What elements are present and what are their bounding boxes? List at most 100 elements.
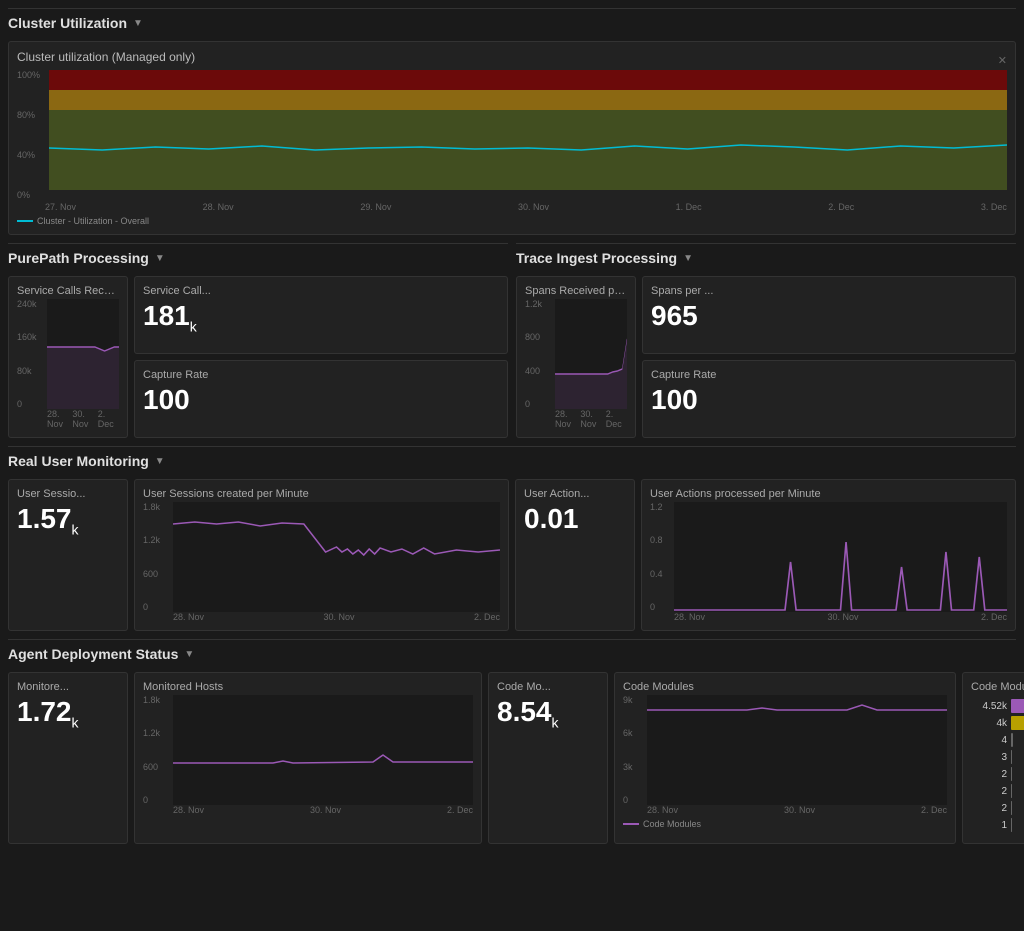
cluster-section: Cluster Utilization ▼ Cluster utilizatio… bbox=[8, 8, 1016, 235]
service-call-label: Service Call... bbox=[143, 285, 499, 297]
rum-grid: User Sessio... 1.57k User Sessions creat… bbox=[8, 479, 1016, 631]
spans-y-labels: 1.2k 800 400 0 bbox=[525, 299, 555, 409]
service-calls-chart-label: Service Calls Received bbox=[17, 285, 119, 297]
bar-track bbox=[1011, 767, 1024, 781]
purepath-section: PurePath Processing ▼ Service Call... 18… bbox=[8, 243, 508, 438]
user-session-card: User Sessio... 1.57k bbox=[8, 479, 128, 631]
bar-fill bbox=[1011, 716, 1024, 730]
sessions-x-labels: 28. Nov 30. Nov 2. Dec bbox=[143, 612, 500, 622]
sessions-chart-label: User Sessions created per Minute bbox=[143, 488, 500, 500]
hosts-x-labels: 28. Nov 30. Nov 2. Dec bbox=[143, 805, 473, 815]
bar-value-label: 2 bbox=[971, 786, 1007, 797]
trace-header: Trace Ingest Processing ▼ bbox=[516, 243, 1016, 270]
trace-section: Trace Ingest Processing ▼ Spans per ... … bbox=[516, 243, 1016, 438]
bar-row: 2iis bbox=[971, 801, 1024, 815]
trace-capture-card: Capture Rate 100 bbox=[642, 360, 1016, 438]
sc-chart-svg bbox=[47, 299, 119, 409]
purepath-capture-value: 100 bbox=[143, 383, 499, 417]
actions-chart-svg bbox=[674, 502, 1007, 612]
sessions-chart-card: User Sessions created per Minute 1.8k 1.… bbox=[134, 479, 509, 631]
spans-chart-card: Spans Received per Minute 1.2k 800 400 0 bbox=[516, 276, 636, 438]
agent-title: Agent Deployment Status bbox=[8, 646, 178, 662]
bar-row: 2 bbox=[971, 784, 1024, 798]
cluster-x-labels: 27. Nov 28. Nov 29. Nov 30. Nov 1. Dec 2… bbox=[17, 202, 1007, 212]
sessions-chart-svg bbox=[173, 502, 500, 612]
actions-x-labels: 28. Nov 30. Nov 2. Dec bbox=[650, 612, 1007, 622]
bar-row: 1 bbox=[971, 818, 1024, 832]
cluster-chart-svg bbox=[49, 70, 1007, 200]
rum-section: Real User Monitoring ▼ User Sessio... 1.… bbox=[8, 446, 1016, 631]
cluster-close-btn[interactable]: ✕ bbox=[998, 54, 1007, 67]
agent-section: Agent Deployment Status ▼ Monitore... 1.… bbox=[8, 639, 1016, 844]
bar-row: 4 bbox=[971, 733, 1024, 747]
actions-chart-card: User Actions processed per Minute 1.2 0.… bbox=[641, 479, 1016, 631]
cluster-y-labels: 100% 80% 40% 0% bbox=[17, 70, 49, 200]
sessions-y-labels: 1.8k 1.2k 600 0 bbox=[143, 502, 173, 612]
bar-row: 4.52kjava bbox=[971, 699, 1024, 713]
agent-header: Agent Deployment Status ▼ bbox=[8, 639, 1016, 666]
purepath-capture-card: Capture Rate 100 bbox=[134, 360, 508, 438]
code-y-labels: 9k 6k 3k 0 bbox=[623, 695, 647, 805]
spans-label: Spans per ... bbox=[651, 285, 1007, 297]
bar-track bbox=[1011, 699, 1024, 713]
purepath-trace-container: PurePath Processing ▼ Service Call... 18… bbox=[8, 243, 1016, 438]
monitored-card: Monitore... 1.72k bbox=[8, 672, 128, 844]
monitored-label: Monitore... bbox=[17, 681, 119, 693]
bar-track bbox=[1011, 784, 1024, 798]
code-legend-line bbox=[623, 823, 639, 825]
purepath-title: PurePath Processing bbox=[8, 250, 149, 266]
cluster-legend: Cluster - Utilization - Overall bbox=[17, 216, 1007, 226]
bar-fill bbox=[1011, 699, 1024, 713]
spans-value: 965 bbox=[651, 299, 1007, 333]
monitored-value: 1.72k bbox=[17, 695, 119, 731]
trace-capture-label: Capture Rate bbox=[651, 369, 1007, 381]
bar-fill bbox=[1011, 801, 1012, 815]
cluster-chart-card: Cluster utilization (Managed only) ✕ 100… bbox=[8, 41, 1016, 235]
bar-row: 3 bbox=[971, 750, 1024, 764]
service-calls-chart-card: Service Calls Received 240k 160k 80k 0 bbox=[8, 276, 128, 438]
hosts-chart-card: Monitored Hosts 1.8k 1.2k 600 0 28. Nov … bbox=[134, 672, 482, 844]
user-session-value: 1.57k bbox=[17, 502, 119, 538]
code-chart-label: Code Modules bbox=[623, 681, 947, 693]
hosts-chart-svg bbox=[173, 695, 473, 805]
cluster-section-header: Cluster Utilization ▼ bbox=[8, 8, 1016, 35]
spans-x-labels: 28. Nov 30. Nov 2. Dec bbox=[525, 409, 627, 429]
trace-chevron-icon[interactable]: ▼ bbox=[683, 253, 693, 264]
hosts-chart-label: Monitored Hosts bbox=[143, 681, 473, 693]
trace-capture-value: 100 bbox=[651, 383, 1007, 417]
purepath-chevron-icon[interactable]: ▼ bbox=[155, 253, 165, 264]
bar-value-label: 2 bbox=[971, 769, 1007, 780]
actions-chart-label: User Actions processed per Minute bbox=[650, 488, 1007, 500]
user-action-card: User Action... 0.01 bbox=[515, 479, 635, 631]
trace-grid: Spans per ... 965 Spans Received per Min… bbox=[516, 276, 1016, 438]
bar-value-label: 1 bbox=[971, 820, 1007, 831]
rum-chevron-icon[interactable]: ▼ bbox=[155, 456, 165, 467]
agent-grid: Monitore... 1.72k Monitored Hosts 1.8k 1… bbox=[8, 672, 1016, 844]
bar-value-label: 4k bbox=[971, 718, 1007, 729]
bar-value-label: 3 bbox=[971, 752, 1007, 763]
bar-value-label: 4.52k bbox=[971, 701, 1007, 712]
bar-track bbox=[1011, 801, 1024, 815]
bar-track bbox=[1011, 818, 1024, 832]
bar-value-label: 2 bbox=[971, 803, 1007, 814]
cluster-chart-title: Cluster utilization (Managed only) bbox=[17, 50, 195, 64]
code-chart-svg bbox=[647, 695, 947, 805]
bar-fill bbox=[1011, 750, 1012, 764]
sc-x-labels: 28. Nov 30. Nov 2. Dec bbox=[17, 409, 119, 429]
purepath-header: PurePath Processing ▼ bbox=[8, 243, 508, 270]
cluster-chevron-icon[interactable]: ▼ bbox=[133, 18, 143, 29]
code-bars-card: Code Modules 4.52kjava4kapache43222iis1 bbox=[962, 672, 1024, 844]
cluster-legend-line bbox=[17, 220, 33, 222]
actions-y-labels: 1.2 0.8 0.4 0 bbox=[650, 502, 674, 612]
agent-chevron-icon[interactable]: ▼ bbox=[184, 649, 194, 660]
code-bars-container: 4.52kjava4kapache43222iis1 bbox=[971, 699, 1024, 832]
bar-fill bbox=[1011, 733, 1013, 747]
sc-y-labels: 240k 160k 80k 0 bbox=[17, 299, 47, 409]
code-mod-label: Code Mo... bbox=[497, 681, 599, 693]
code-bars-title: Code Modules bbox=[971, 681, 1024, 693]
service-call-card: Service Call... 181k bbox=[134, 276, 508, 354]
hosts-y-labels: 1.8k 1.2k 600 0 bbox=[143, 695, 173, 805]
bar-row: 4kapache bbox=[971, 716, 1024, 730]
spans-card: Spans per ... 965 bbox=[642, 276, 1016, 354]
code-legend-label: Code Modules bbox=[643, 819, 701, 829]
